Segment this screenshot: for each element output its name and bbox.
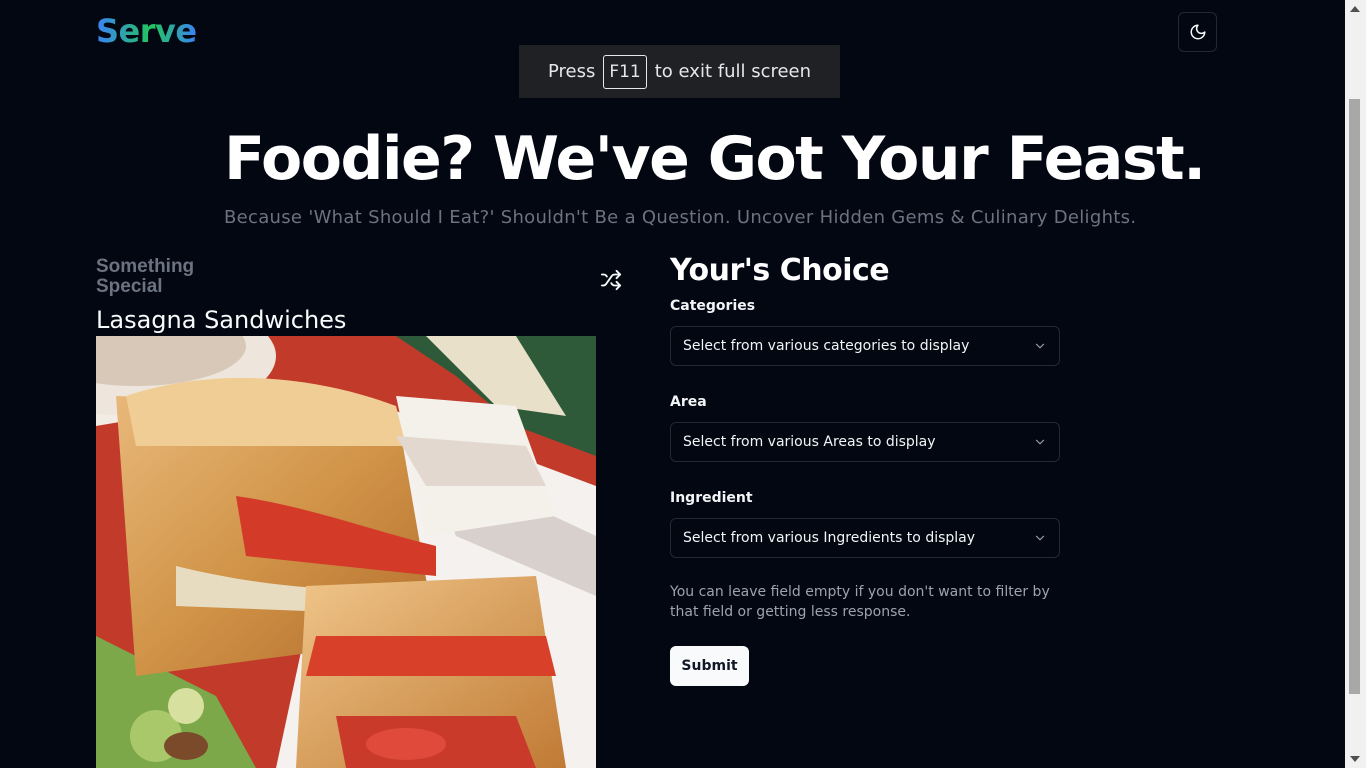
chevron-down-icon [1035,535,1045,541]
meal-name: Lasagna Sandwiches [96,306,347,334]
filter-hint: You can leave field empty if you don't w… [670,584,1050,620]
moon-icon [1190,24,1205,40]
scroll-up-icon[interactable] [1350,6,1360,12]
toast-text-after: to exit full screen [654,61,812,82]
ingredient-label: Ingredient [670,490,753,506]
meal-image[interactable] [96,336,596,768]
hero-subtitle: Because 'What Should I Eat?' Shouldn't B… [224,207,1137,228]
area-placeholder: Select from various Areas to display [683,434,936,450]
brand-logo[interactable]: Serve [96,12,197,50]
categories-placeholder: Select from various categories to displa… [683,338,970,354]
scrollbar-thumb[interactable] [1349,99,1360,694]
toast-text-before: Press [547,61,596,82]
shuffle-icon [600,269,622,291]
fullscreen-toast: Press F11 to exit full screen [519,45,840,98]
toast-key: F11 [603,54,647,89]
choice-title: Your's Choice [670,253,890,288]
shuffle-button[interactable] [598,268,624,292]
ingredient-select[interactable]: Select from various Ingredients to displ… [670,518,1060,558]
theme-toggle-button[interactable] [1178,12,1217,52]
ingredient-placeholder: Select from various Ingredients to displ… [683,530,976,546]
submit-button[interactable]: Submit [670,646,749,686]
categories-label: Categories [670,298,756,314]
area-label: Area [670,394,707,410]
chevron-down-icon [1035,439,1045,445]
scroll-down-icon[interactable] [1350,756,1360,762]
area-select[interactable]: Select from various Areas to display [670,422,1060,462]
page-scrollbar[interactable] [1345,0,1366,768]
chevron-down-icon [1035,343,1045,349]
special-heading: Something Special [96,256,195,297]
hero-title: Foodie? We've Got Your Feast. [224,124,1206,194]
categories-select[interactable]: Select from various categories to displa… [670,326,1060,366]
